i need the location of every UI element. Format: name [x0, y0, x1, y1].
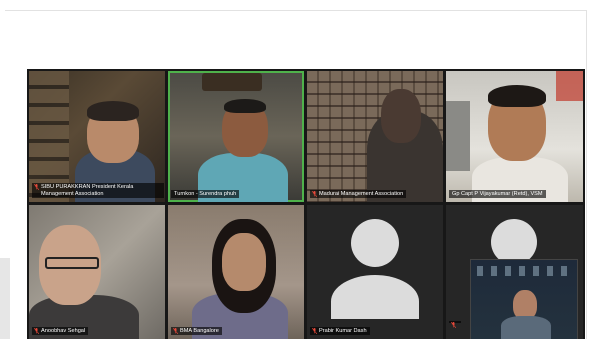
microphone-muted-icon — [34, 327, 39, 334]
participant-tile[interactable]: BMA Bangalore — [168, 205, 304, 339]
page-divider-right — [586, 10, 587, 339]
microphone-muted-icon — [312, 190, 317, 197]
user-avatar-icon — [331, 275, 419, 319]
participant-name-label: Anoobhav Sehgal — [32, 326, 89, 335]
microphone-muted-icon — [34, 184, 39, 191]
self-view-thumbnail[interactable] — [470, 259, 578, 339]
participant-tile[interactable]: Prabir Kumar Dash — [307, 205, 443, 339]
side-panel-edge — [0, 258, 10, 339]
participant-name-label: Prabir Kumar Dash — [310, 326, 370, 335]
background-window — [446, 101, 470, 171]
participant-tile[interactable]: Anoobhav Sehgal — [29, 205, 165, 339]
background-decor — [556, 71, 583, 101]
participant-video — [501, 316, 551, 339]
participant-name-label: Gp Capt P Vijayakumar (Retd), VSM — [449, 189, 546, 198]
video-gallery-grid: SIBU PURAKKRAN President Kerala Manageme… — [27, 69, 585, 339]
participant-tile[interactable]: SIBU PURAKKRAN President Kerala Manageme… — [29, 71, 165, 202]
glasses — [45, 257, 99, 269]
background-decor — [202, 73, 262, 91]
participant-tile[interactable] — [446, 205, 583, 339]
participant-tile-active-speaker[interactable]: Turnkon - Surendra phuh — [168, 71, 304, 202]
participant-name-label: Turnkon - Surendra phuh — [171, 189, 240, 198]
microphone-muted-icon — [312, 327, 317, 334]
participant-tile[interactable]: Gp Capt P Vijayakumar (Retd), VSM — [446, 71, 583, 202]
participant-face — [381, 89, 421, 143]
participant-face — [222, 233, 266, 291]
participant-name-label: SIBU PURAKKRAN President Kerala Manageme… — [32, 183, 164, 198]
participant-name-label: Madurai Management Association — [310, 189, 407, 198]
user-avatar-icon — [351, 219, 399, 267]
participant-name-label — [449, 321, 461, 328]
participant-name-label: BMA Bangalore — [171, 326, 222, 335]
participant-tile[interactable]: Madurai Management Association — [307, 71, 443, 202]
microphone-muted-icon — [173, 327, 178, 334]
microphone-muted-icon — [451, 322, 456, 328]
page-divider-top — [5, 10, 587, 11]
ceiling-lights — [477, 266, 569, 276]
